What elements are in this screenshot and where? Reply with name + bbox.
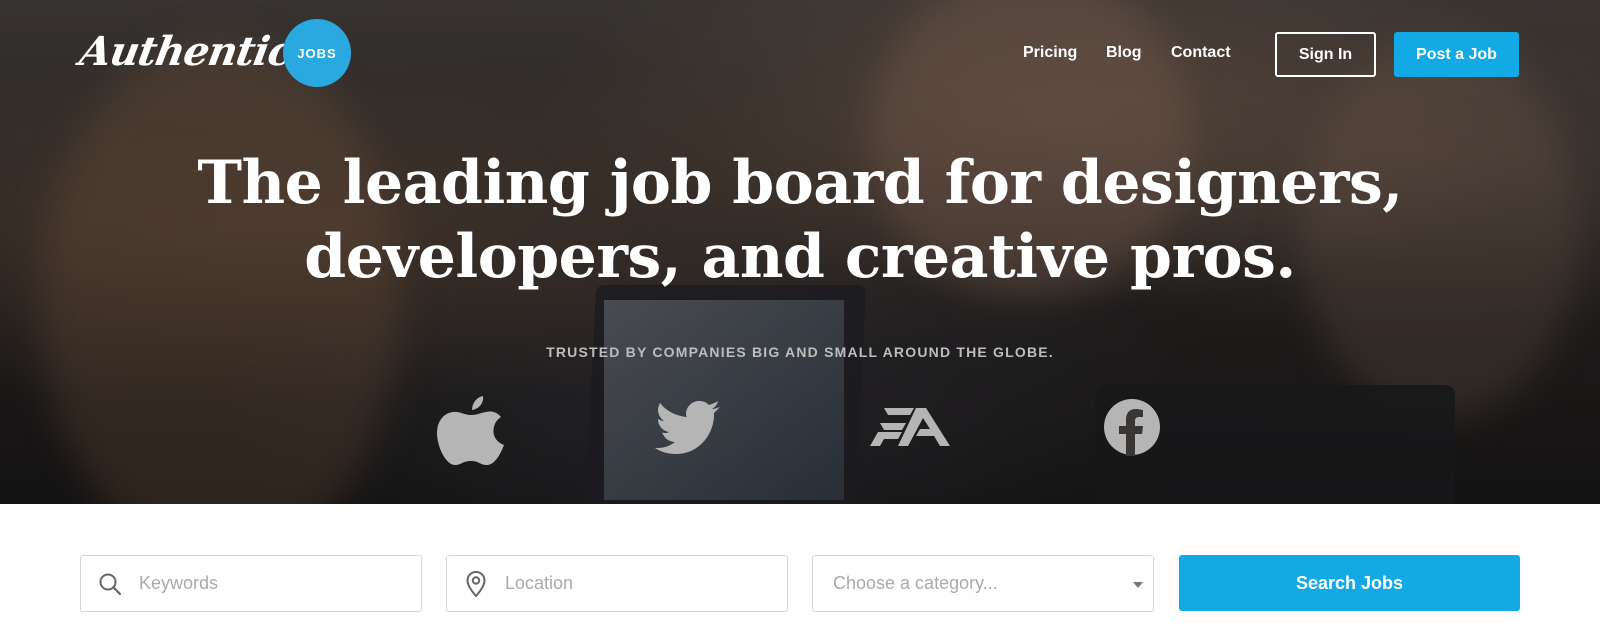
map-pin-icon <box>447 555 505 612</box>
apple-logo-icon <box>436 395 506 467</box>
search-jobs-button[interactable]: Search Jobs <box>1179 555 1520 611</box>
logo-jobs-badge[interactable]: JOBS <box>283 19 351 87</box>
nav-link-contact[interactable]: Contact <box>1171 44 1231 62</box>
search-icon <box>81 555 139 612</box>
trusted-by-text: TRUSTED BY COMPANIES BIG AND SMALL AROUN… <box>546 344 1054 360</box>
location-input[interactable] <box>505 573 765 594</box>
nav-link-pricing[interactable]: Pricing <box>1023 44 1077 62</box>
nav-link-blog[interactable]: Blog <box>1106 44 1142 62</box>
category-select-value: Choose a category... <box>833 573 998 593</box>
category-select[interactable]: Choose a category... <box>812 555 1154 612</box>
hero-headline-line2: developers, and creative pros. <box>304 222 1296 292</box>
keywords-field[interactable] <box>80 555 422 612</box>
hero-headline: The leading job board for designers, dev… <box>0 146 1600 294</box>
hero-headline-line1: The leading job board for designers, <box>197 148 1403 218</box>
chevron-down-icon <box>1133 582 1143 588</box>
sign-in-button[interactable]: Sign In <box>1275 32 1376 77</box>
hero-section: Authentic JOBS Pricing Blog Contact Sign… <box>0 0 1600 504</box>
facebook-logo-icon <box>1103 398 1161 456</box>
ea-logo-icon <box>870 406 952 448</box>
location-field[interactable] <box>446 555 788 612</box>
keywords-input[interactable] <box>139 573 399 594</box>
top-navigation: Authentic JOBS Pricing Blog Contact Sign… <box>0 0 1600 110</box>
twitter-logo-icon <box>655 400 721 454</box>
logo-wordmark[interactable]: Authentic <box>75 28 296 80</box>
post-job-button[interactable]: Post a Job <box>1394 32 1519 77</box>
